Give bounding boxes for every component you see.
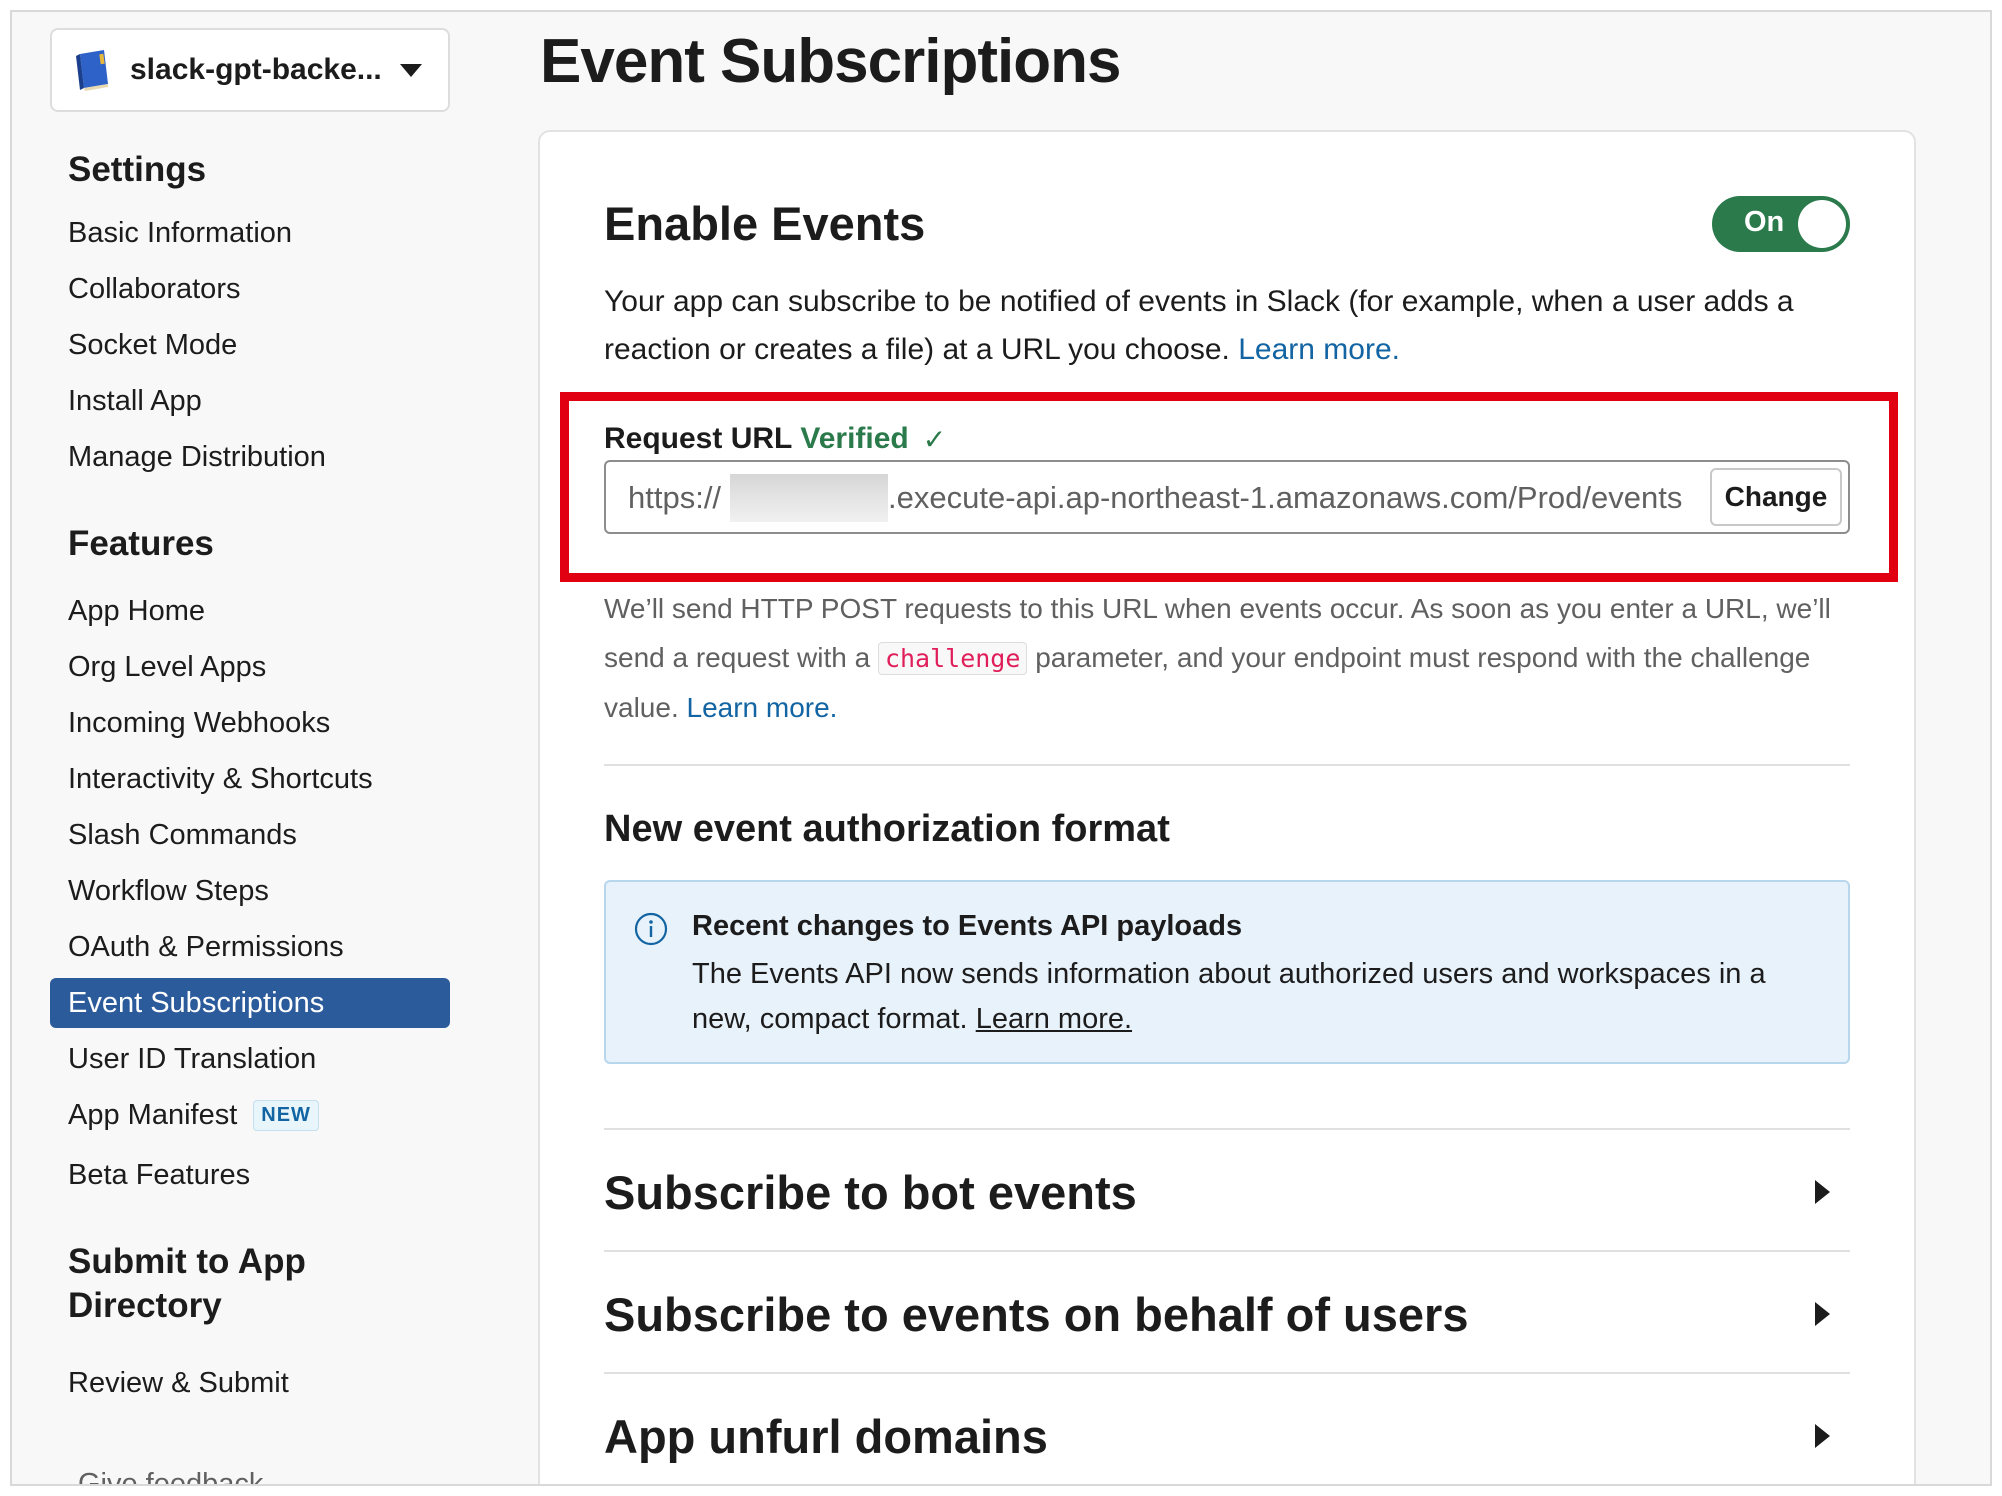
nav-heading-features: Features [68,524,214,563]
expander-label: Subscribe to events on behalf of users [604,1287,1469,1341]
help-learn-more-link[interactable]: Learn more. [687,692,838,723]
page-title: Event Subscriptions [540,27,1121,96]
info-icon [634,912,668,946]
sidebar-item-app-home[interactable]: App Home [50,586,450,636]
check-icon: ✓ [922,423,947,455]
divider [604,1250,1850,1252]
caret-right-icon [1815,1424,1830,1448]
verified-status: Verified [800,422,909,455]
redacted-url-segment [730,474,888,522]
sidebar-item-app-manifest[interactable]: App Manifest NEW [50,1090,450,1140]
window-frame: slack-gpt-backe... Settings Basic Inform… [10,10,1992,1486]
sidebar-item-interactivity-shortcuts[interactable]: Interactivity & Shortcuts [50,754,450,804]
url-rest: .execute-api.ap-northeast-1.amazonaws.co… [888,480,1683,515]
caret-down-icon[interactable] [400,63,422,77]
sidebar-item-manage-distribution[interactable]: Manage Distribution [50,432,450,482]
sidebar-item-org-level-apps[interactable]: Org Level Apps [50,642,450,692]
nav-heading-settings: Settings [68,150,207,189]
divider [604,1372,1850,1374]
unfurl-domains-expander[interactable]: App unfurl domains [604,1376,1850,1484]
sidebar-item-slash-commands[interactable]: Slash Commands [50,810,450,860]
info-title: Recent changes to Events API payloads [692,910,1243,942]
enable-events-toggle[interactable]: On [1712,196,1850,252]
sidebar-item-review-submit[interactable]: Review & Submit [50,1358,450,1408]
request-url-help: We’ll send HTTP POST requests to this UR… [604,584,1850,732]
request-url-label: Request URL Verified ✓ [604,422,946,456]
toggle-knob [1798,200,1846,248]
divider [604,764,1850,766]
sidebar-item-collaborators[interactable]: Collaborators [50,264,450,314]
toggle-label: On [1744,206,1785,238]
request-url-input[interactable]: https:// .execute-api.ap-northeast-1.ama… [604,460,1850,534]
enable-events-description: Your app can subscribe to be notified of… [604,278,1850,374]
event-subscriptions-card: Enable Events On Your app can subscribe … [538,130,1916,1484]
sidebar-item-basic-information[interactable]: Basic Information [50,208,450,258]
description-text: Your app can subscribe to be notified of… [604,285,1794,366]
info-body: The Events API now sends information abo… [692,952,1812,1042]
nav-heading-submit-to-app-directory: Submit to App Directory [68,1242,306,1325]
sidebar: slack-gpt-backe... Settings Basic Inform… [50,20,464,1484]
user-events-expander[interactable]: Subscribe to events on behalf of users [604,1254,1850,1374]
caret-right-icon [1815,1302,1830,1326]
sidebar-item-user-id-translation[interactable]: User ID Translation [50,1034,450,1084]
sidebar-item-incoming-webhooks[interactable]: Incoming Webhooks [50,698,450,748]
sidebar-item-workflow-steps[interactable]: Workflow Steps [50,866,450,916]
change-url-button[interactable]: Change [1710,468,1842,526]
sidebar-item-install-app[interactable]: Install App [50,376,450,426]
info-body-text: The Events API now sends information abo… [692,958,1766,1035]
expander-label: Subscribe to bot events [604,1165,1137,1219]
sidebar-item-oauth-permissions[interactable]: OAuth & Permissions [50,922,450,972]
bot-events-expander[interactable]: Subscribe to bot events [604,1132,1850,1252]
sidebar-item-beta-features[interactable]: Beta Features [50,1150,450,1200]
challenge-code: challenge [877,642,1028,675]
url-prefix: https:// [628,480,722,515]
book-icon [76,50,108,91]
learn-more-link[interactable]: Learn more. [1238,333,1400,366]
sidebar-item-socket-mode[interactable]: Socket Mode [50,320,450,370]
auth-format-title: New event authorization format [604,808,1170,850]
info-callout: Recent changes to Events API payloads Th… [604,880,1850,1064]
info-learn-more-link[interactable]: Learn more. [976,1003,1132,1035]
enable-events-title: Enable Events [604,197,926,250]
caret-right-icon [1815,1180,1830,1204]
app-switcher[interactable]: slack-gpt-backe... [50,28,450,112]
new-badge: NEW [253,1099,319,1131]
expander-label: App unfurl domains [604,1409,1048,1463]
give-feedback-link[interactable]: Give feedback [78,1468,263,1484]
app-name: slack-gpt-backe... [130,53,382,86]
sidebar-item-event-subscriptions[interactable]: Event Subscriptions [50,978,450,1028]
request-url-label-text: Request URL [604,422,793,455]
divider [604,1128,1850,1130]
sidebar-item-label: App Manifest [68,1098,238,1131]
